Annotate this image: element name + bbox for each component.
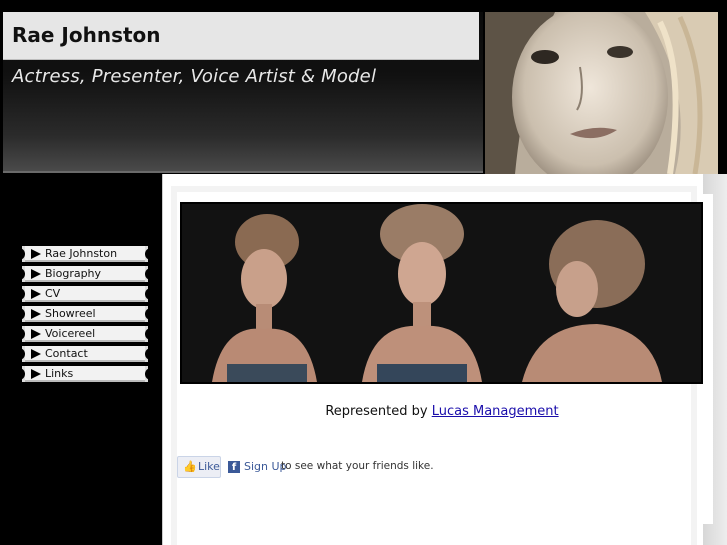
nav-item-biography[interactable]: Biography — [19, 266, 151, 282]
agency-link[interactable]: Lucas Management — [432, 404, 559, 419]
nav-item-cv[interactable]: CV — [19, 286, 151, 302]
title-bar: Rae Johnston — [3, 12, 479, 60]
arrow-bullet-icon — [31, 269, 41, 279]
nav-item-label: Voicereel — [45, 327, 96, 340]
representation-line: Represented by Lucas Management — [177, 404, 707, 419]
facebook-like-button[interactable]: 👍 Like — [177, 456, 221, 478]
arrow-bullet-icon — [31, 329, 41, 339]
portrait-image — [485, 12, 718, 174]
arrow-bullet-icon — [31, 289, 41, 299]
nav-item-rae-johnston[interactable]: Rae Johnston — [19, 246, 151, 262]
site-header: Rae Johnston Actress, Presenter, Voice A… — [0, 0, 727, 174]
arrow-bullet-icon — [31, 249, 41, 259]
header-portrait-photo — [485, 12, 718, 174]
nav-item-label: Biography — [45, 267, 102, 280]
arrow-bullet-icon — [31, 309, 41, 319]
nav-item-voicereel[interactable]: Voicereel — [19, 326, 151, 342]
content-right-border — [703, 174, 727, 545]
facebook-signup-text: to see what your friends like. — [281, 460, 434, 472]
nav-item-label: CV — [45, 287, 61, 300]
three-models-image — [182, 204, 701, 382]
site-title: Rae Johnston — [12, 23, 161, 47]
banner-photo — [180, 202, 703, 384]
like-label: Like — [198, 460, 220, 473]
nav-item-label: Links — [45, 367, 74, 380]
main-content: Represented by Lucas Management 👍 Like f… — [162, 174, 727, 545]
nav-item-links[interactable]: Links — [19, 366, 151, 382]
arrow-bullet-icon — [31, 369, 41, 379]
facebook-icon: f — [228, 461, 240, 473]
site-tagline: Actress, Presenter, Voice Artist & Model — [12, 66, 377, 87]
content-right-bar — [703, 194, 713, 524]
nav-item-label: Showreel — [45, 307, 96, 320]
represented-by-text: Represented by — [325, 404, 428, 419]
nav-item-label: Contact — [45, 347, 88, 360]
thumbs-up-icon: 👍 — [183, 460, 197, 473]
nav-item-showreel[interactable]: Showreel — [19, 306, 151, 322]
arrow-bullet-icon — [31, 349, 41, 359]
content-panel: Represented by Lucas Management 👍 Like f… — [177, 192, 703, 545]
nav-item-contact[interactable]: Contact — [19, 346, 151, 362]
nav-item-label: Rae Johnston — [45, 247, 118, 260]
sidebar-nav: Rae Johnston Biography CV Showreel Voice… — [19, 246, 151, 386]
